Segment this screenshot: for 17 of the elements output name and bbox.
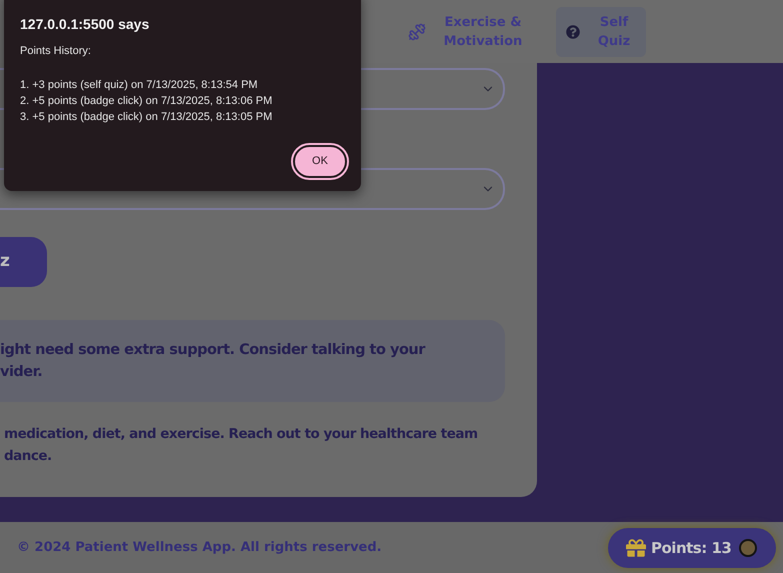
result-text: vider. — [0, 363, 44, 382]
help-icon — [566, 24, 580, 38]
history-entry: 1. +3 points (self quiz) on 7/13/2025, 8:13:54 PM — [20, 78, 259, 92]
dialog-heading: Points History: — [20, 44, 92, 59]
points-badge[interactable]: Points: 13 — [608, 528, 776, 568]
advice-text: dance. — [4, 447, 53, 466]
avatar-icon — [739, 539, 757, 557]
gift-icon — [626, 538, 646, 558]
advice-text: medication, diet, and exercise. Reach out to your healthcare team — [4, 425, 479, 444]
copyright-text: © 2024 Patient Wellness App. All rights reserved. — [17, 538, 382, 557]
dialog-title: 127.0.0.1:5500 says — [20, 15, 150, 34]
history-entry: 2. +5 points (badge click) on 7/13/2025, 8:13:06 PM — [20, 94, 274, 108]
dumbbell-icon — [408, 22, 426, 40]
quiz-button[interactable]: z — [0, 237, 47, 287]
result-text: ight need some extra support. Consider talking to your — [0, 341, 426, 360]
history-entry: 3. +5 points (badge click) on 7/13/2025, 8:13:05 PM — [20, 110, 274, 124]
ok-button[interactable]: OK — [293, 145, 347, 178]
